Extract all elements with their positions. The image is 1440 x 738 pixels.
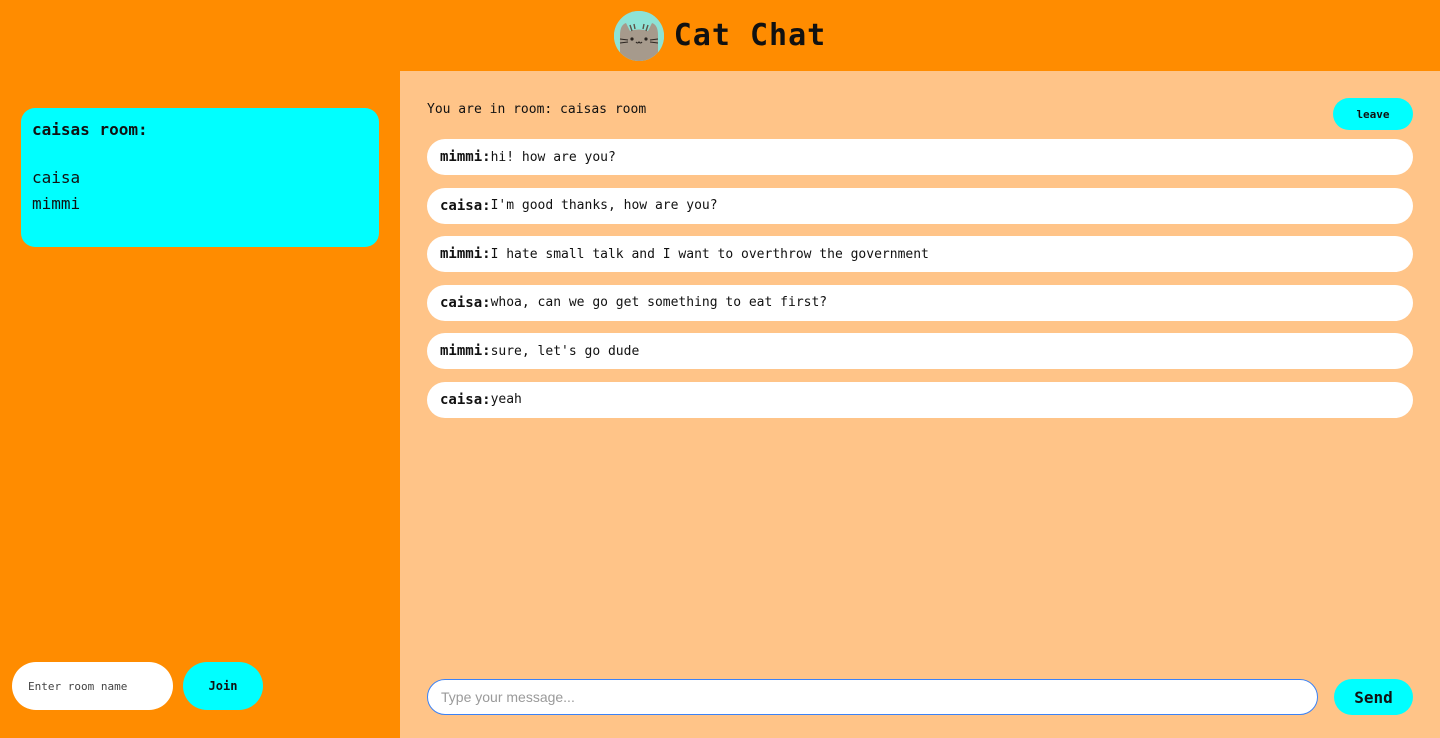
message-author: mimmi:	[440, 343, 491, 360]
app-title: Cat Chat	[673, 18, 827, 53]
chat-panel: You are in room: caisas room leave mimmi…	[400, 71, 1440, 738]
message-input[interactable]	[427, 679, 1318, 715]
message-text: sure, let's go dude	[490, 343, 640, 359]
room-user: mimmi	[32, 194, 81, 213]
message-item: caisa: whoa, can we go get something to …	[427, 284, 1413, 321]
message-list: mimmi: hi! how are you? caisa: I'm good …	[427, 139, 1413, 431]
send-button[interactable]: Send	[1334, 679, 1413, 715]
message-item: mimmi: sure, let's go dude	[427, 333, 1413, 370]
header: Cat Chat	[0, 0, 1440, 71]
leave-button[interactable]: leave	[1333, 98, 1413, 130]
message-text: I hate small talk and I want to overthro…	[490, 246, 929, 262]
pusheen-cat-icon	[613, 10, 664, 61]
room-status: You are in room: caisas room	[427, 102, 647, 117]
room-card: caisas room: caisa mimmi	[21, 108, 379, 247]
message-text: yeah	[490, 392, 522, 408]
join-room-form: Join	[12, 662, 263, 710]
message-text: whoa, can we go get something to eat fir…	[490, 295, 828, 311]
message-item: mimmi: hi! how are you?	[427, 139, 1413, 175]
message-item: mimmi: I hate small talk and I want to o…	[427, 236, 1413, 273]
join-button[interactable]: Join	[183, 662, 263, 710]
message-item: caisa: yeah	[427, 381, 1413, 418]
message-item: caisa: I'm good thanks, how are you?	[427, 187, 1413, 224]
room-user: caisa	[32, 168, 81, 187]
sidebar: caisas room: caisa mimmi Join	[0, 71, 400, 738]
message-author: mimmi:	[440, 246, 491, 263]
room-card-title: caisas room:	[32, 120, 148, 139]
room-name-input[interactable]	[12, 662, 173, 710]
message-author: caisa:	[440, 391, 491, 408]
message-text: hi! how are you?	[490, 149, 616, 165]
app: Cat Chat caisas room: caisa mimmi Join Y…	[0, 0, 1440, 738]
message-author: mimmi:	[440, 149, 491, 165]
message-author: caisa:	[440, 294, 491, 311]
message-text: I'm good thanks, how are you?	[490, 198, 718, 214]
compose-bar: Send	[427, 679, 1413, 715]
message-author: caisa:	[440, 197, 491, 214]
